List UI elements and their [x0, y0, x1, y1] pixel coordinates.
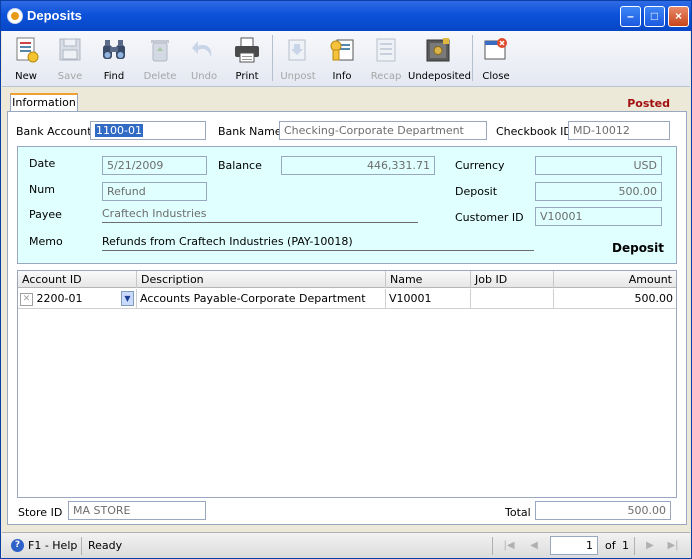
binoculars-icon [103, 40, 125, 59]
checkbook-label: Checkbook ID [496, 125, 572, 138]
store-id-label: Store ID [18, 506, 63, 519]
column-header-job-id[interactable]: Job ID [471, 271, 554, 288]
first-page-icon[interactable]: |◀ [502, 539, 516, 553]
customer-id-label: Customer ID [455, 211, 524, 224]
printer-icon [235, 37, 259, 63]
customer-id-field[interactable]: V10001 [535, 207, 662, 226]
new-button[interactable]: New [8, 33, 44, 85]
balance-field: 446,331.71 [281, 156, 435, 175]
transaction-type-badge: Deposit [612, 241, 664, 255]
store-id-field[interactable]: MA STORE [68, 501, 206, 520]
details-panel: Date 5/21/2009 Balance 446,331.71 Curren… [17, 146, 677, 264]
chevron-down-icon[interactable]: ▼ [121, 291, 134, 306]
recap-icon [376, 38, 396, 62]
find-button[interactable]: Find [96, 33, 132, 85]
currency-field: USD [535, 156, 662, 175]
column-header-account-id[interactable]: Account ID [18, 271, 137, 288]
toolbar-separator [472, 35, 473, 81]
recycle-bin-icon [151, 40, 169, 62]
detail-grid: Account ID Description Name Job ID Amoun… [17, 270, 677, 498]
column-header-amount[interactable]: Amount [554, 271, 676, 288]
deposit-label: Deposit [455, 185, 498, 198]
undo-button[interactable]: Undo [186, 33, 222, 85]
grid-header: Account ID Description Name Job ID Amoun… [18, 271, 676, 288]
name-cell[interactable]: V10001 [386, 289, 471, 309]
information-panel: Bank Account 1100-01 Bank Name Checking-… [7, 111, 687, 525]
maximize-button[interactable]: □ [644, 6, 665, 27]
unpost-icon [288, 39, 306, 61]
payee-label: Payee [29, 208, 62, 221]
status-separator [492, 537, 493, 555]
description-cell[interactable]: Accounts Payable-Corporate Department [137, 289, 386, 309]
column-header-description[interactable]: Description [137, 271, 386, 288]
date-label: Date [29, 157, 56, 170]
memo-field[interactable]: Refunds from Craftech Industries (PAY-10… [102, 233, 534, 251]
date-field[interactable]: 5/21/2009 [102, 156, 207, 175]
undeposited-button[interactable]: Undeposited [408, 33, 471, 85]
bank-account-field[interactable]: 1100-01 [90, 121, 206, 140]
title-bar: Deposits – □ × [1, 1, 691, 31]
remove-row-icon[interactable]: ✕ [20, 292, 33, 306]
help-shortcut[interactable]: F1 - Help [28, 539, 77, 552]
status-bar: ? F1 - Help Ready |◀ ◀ 1 of 1 ▶ ▶| [2, 532, 690, 558]
unpost-button[interactable]: Unpost [278, 33, 318, 85]
balance-label: Balance [218, 159, 262, 172]
status-badge: Posted [627, 97, 670, 110]
deposits-window: Deposits – □ × New Save Find Delete Undo… [0, 0, 692, 559]
save-button[interactable]: Save [52, 33, 88, 85]
tab-information[interactable]: Information [10, 93, 78, 112]
checkbook-field[interactable]: MD-10012 [568, 121, 670, 140]
previous-page-icon[interactable]: ◀ [527, 539, 541, 553]
safe-icon [426, 38, 450, 62]
undo-arrow-icon [192, 41, 212, 57]
minimize-button[interactable]: – [620, 6, 641, 27]
save-disk-icon [59, 38, 81, 61]
bank-name-field[interactable]: Checking-Corporate Department [279, 121, 487, 140]
total-label: Total [505, 506, 531, 519]
new-document-icon [16, 37, 39, 63]
amount-cell[interactable]: 500.00 [554, 289, 676, 309]
next-page-icon[interactable]: ▶ [643, 539, 657, 553]
currency-label: Currency [455, 159, 505, 172]
page-number-field[interactable]: 1 [550, 536, 598, 555]
bank-account-label: Bank Account [16, 125, 92, 138]
delete-button[interactable]: Delete [140, 33, 180, 85]
of-label: of [605, 539, 616, 552]
recap-button[interactable]: Recap [368, 33, 404, 85]
page-count: 1 [622, 539, 629, 552]
memo-label: Memo [29, 235, 63, 248]
bank-name-label: Bank Name [218, 125, 282, 138]
status-separator [634, 537, 635, 555]
table-row[interactable]: ✕ 2200-01 ▼ Accounts Payable-Corporate D… [18, 289, 676, 309]
app-icon [7, 8, 23, 24]
close-form-icon [484, 38, 507, 60]
status-separator [81, 537, 82, 555]
info-icon [330, 39, 354, 61]
close-button[interactable]: Close [478, 33, 514, 85]
print-button[interactable]: Print [229, 33, 265, 85]
help-icon: ? [11, 539, 24, 552]
total-field: 500.00 [535, 501, 671, 520]
column-header-name[interactable]: Name [386, 271, 471, 288]
last-page-icon[interactable]: ▶| [666, 539, 680, 553]
window-title: Deposits [27, 8, 82, 23]
job-id-cell[interactable] [471, 289, 554, 309]
info-button[interactable]: Info [324, 33, 360, 85]
status-text: Ready [88, 539, 123, 552]
toolbar: New Save Find Delete Undo Print Unpost I… [2, 31, 690, 87]
num-label: Num [29, 183, 55, 196]
account-id-cell[interactable]: ✕ 2200-01 ▼ [18, 289, 137, 309]
num-field[interactable]: Refund [102, 182, 207, 201]
toolbar-separator [272, 35, 273, 81]
deposit-field[interactable]: 500.00 [535, 182, 662, 201]
window-close-button[interactable]: × [668, 6, 689, 27]
payee-field[interactable]: Craftech Industries [102, 205, 418, 223]
tab-strip: Information Posted [2, 88, 690, 112]
